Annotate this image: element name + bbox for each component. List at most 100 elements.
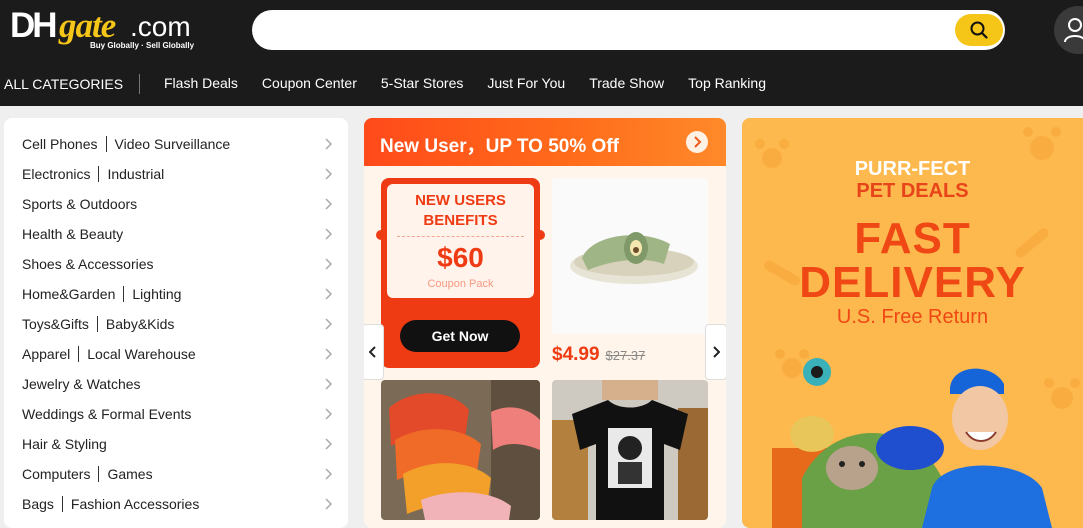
category-label[interactable]: Hair & Styling xyxy=(22,436,107,452)
coupon-pack-label: Coupon Pack xyxy=(427,278,494,290)
category-label[interactable]: Lighting xyxy=(132,286,181,302)
chevron-right-icon[interactable] xyxy=(686,131,708,153)
category-divider xyxy=(105,136,107,152)
nav-top-ranking[interactable]: Top Ranking xyxy=(688,75,766,91)
coupon-amount: $60 xyxy=(437,242,484,273)
promo-line5: U.S. Free Return xyxy=(836,306,989,328)
logo-dh: DH xyxy=(10,6,58,45)
nav-divider xyxy=(139,74,140,94)
category-label[interactable]: Baby&Kids xyxy=(106,316,174,332)
nav-flash-deals[interactable]: Flash Deals xyxy=(164,75,238,91)
category-label[interactable]: Home&Garden xyxy=(22,286,115,302)
coupon-line2: BENEFITS xyxy=(423,212,498,229)
logo-gate: gate xyxy=(59,6,116,45)
category-label[interactable]: Games xyxy=(107,466,152,482)
new-user-title: New User，UP TO 50% Off xyxy=(380,136,619,157)
product-card-tshirt[interactable] xyxy=(552,380,708,520)
category-item[interactable]: Sports & Outdoors xyxy=(22,189,338,219)
coupon-divider xyxy=(397,236,524,237)
dhgate-logo[interactable]: DH gate .com Buy Globally · Sell Globall… xyxy=(10,6,195,52)
category-divider xyxy=(61,496,63,512)
category-item[interactable]: Home&Garden Lighting xyxy=(22,279,338,309)
category-label[interactable]: Health & Beauty xyxy=(22,226,123,242)
category-label[interactable]: Shoes & Accessories xyxy=(22,256,154,272)
new-user-panel: New User，UP TO 50% Off NEW USERS BENEFIT… xyxy=(364,118,726,528)
category-item[interactable]: Hair & Styling xyxy=(22,429,338,459)
chevron-right-icon xyxy=(325,378,333,390)
search-button[interactable] xyxy=(955,14,1003,46)
chevron-right-icon xyxy=(325,468,333,480)
product-image-slides xyxy=(381,380,540,520)
chevron-right-icon xyxy=(325,498,333,510)
search-icon xyxy=(970,21,988,39)
promo-line4: DELIVERY xyxy=(799,258,1026,307)
category-divider xyxy=(96,316,98,332)
category-label[interactable]: Industrial xyxy=(107,166,164,182)
category-item[interactable]: Electronics Industrial xyxy=(22,159,338,189)
category-label[interactable]: Local Warehouse xyxy=(87,346,195,362)
chevron-right-icon xyxy=(325,228,333,240)
carousel-prev-button[interactable] xyxy=(364,324,384,380)
nav-coupon-center[interactable]: Coupon Center xyxy=(262,75,357,91)
category-label[interactable]: Weddings & Formal Events xyxy=(22,406,191,422)
nav-links: Flash Deals Coupon Center 5-Star Stores … xyxy=(152,75,778,91)
category-divider xyxy=(78,346,80,362)
chevron-right-icon xyxy=(325,258,333,270)
chevron-right-icon xyxy=(325,438,333,450)
nav-just-for-you[interactable]: Just For You xyxy=(487,75,565,91)
chevron-right-icon xyxy=(325,318,333,330)
promo-line2: PET DEALS xyxy=(856,180,969,202)
category-item[interactable]: Cell Phones Video Surveillance xyxy=(22,129,338,159)
chevron-left-icon xyxy=(369,346,376,358)
chevron-right-icon xyxy=(713,346,720,358)
category-label[interactable]: Bags xyxy=(22,496,54,512)
category-item[interactable]: Apparel Local Warehouse xyxy=(22,339,338,369)
category-item[interactable]: Weddings & Formal Events xyxy=(22,399,338,429)
all-categories-link[interactable]: ALL CATEGORIES xyxy=(4,76,123,92)
category-item[interactable]: Bags Fashion Accessories xyxy=(22,489,338,519)
chevron-right-icon xyxy=(325,168,333,180)
user-icon xyxy=(1064,18,1083,43)
category-label[interactable]: Video Surveillance xyxy=(115,136,231,152)
chevron-right-icon xyxy=(325,198,333,210)
category-item[interactable]: Computers Games xyxy=(22,459,338,489)
category-sidebar: Cell Phones Video Surveillance Electronics… xyxy=(4,118,348,528)
sale-price: $4.99 xyxy=(552,344,600,365)
nav-5-star-stores[interactable]: 5-Star Stores xyxy=(381,75,463,91)
search-bar xyxy=(252,10,1005,50)
get-now-button[interactable]: Get Now xyxy=(400,320,520,352)
category-label[interactable]: Computers xyxy=(22,466,90,482)
nav-trade-show[interactable]: Trade Show xyxy=(589,75,664,91)
category-label[interactable]: Jewelry & Watches xyxy=(22,376,141,392)
category-divider xyxy=(98,166,100,182)
product-price: $4.99 $27.37 xyxy=(552,344,645,366)
search-input[interactable] xyxy=(272,18,952,42)
pet-deals-banner[interactable]: PURR-FECT PET DEALS FAST DELIVERY U.S. F… xyxy=(742,118,1083,528)
carousel-next-button[interactable] xyxy=(705,324,726,380)
coupon-notch-right xyxy=(535,230,545,240)
chevron-right-icon xyxy=(325,408,333,420)
category-label[interactable]: Apparel xyxy=(22,346,70,362)
product-card-slides[interactable] xyxy=(381,380,540,520)
category-label[interactable]: Fashion Accessories xyxy=(71,496,199,512)
chevron-right-icon xyxy=(325,288,333,300)
coupon-inner: NEW USERS BENEFITS $60 Coupon Pack xyxy=(387,184,534,298)
account-button[interactable] xyxy=(1054,6,1083,54)
new-user-header[interactable]: New User，UP TO 50% Off xyxy=(364,118,726,166)
category-item[interactable]: Toys&Gifts Baby&Kids xyxy=(22,309,338,339)
original-price: $27.37 xyxy=(605,348,646,363)
product-card-slipper[interactable] xyxy=(552,178,708,334)
category-label[interactable]: Toys&Gifts xyxy=(22,316,89,332)
product-image-tshirt xyxy=(552,380,708,520)
category-item[interactable]: Health & Beauty xyxy=(22,219,338,249)
category-label[interactable]: Cell Phones xyxy=(22,136,98,152)
product-image-slipper xyxy=(552,178,708,334)
logo-tagline: Buy Globally · Sell Globally xyxy=(90,41,195,50)
category-label[interactable]: Electronics xyxy=(22,166,90,182)
category-item[interactable]: Jewelry & Watches xyxy=(22,369,338,399)
coupon-line1: NEW USERS xyxy=(415,192,506,209)
promo-line3: FAST xyxy=(854,214,971,263)
category-label[interactable]: Sports & Outdoors xyxy=(22,196,137,212)
category-item[interactable]: Shoes & Accessories xyxy=(22,249,338,279)
coupon-card[interactable]: NEW USERS BENEFITS $60 Coupon Pack Get N… xyxy=(376,178,545,368)
